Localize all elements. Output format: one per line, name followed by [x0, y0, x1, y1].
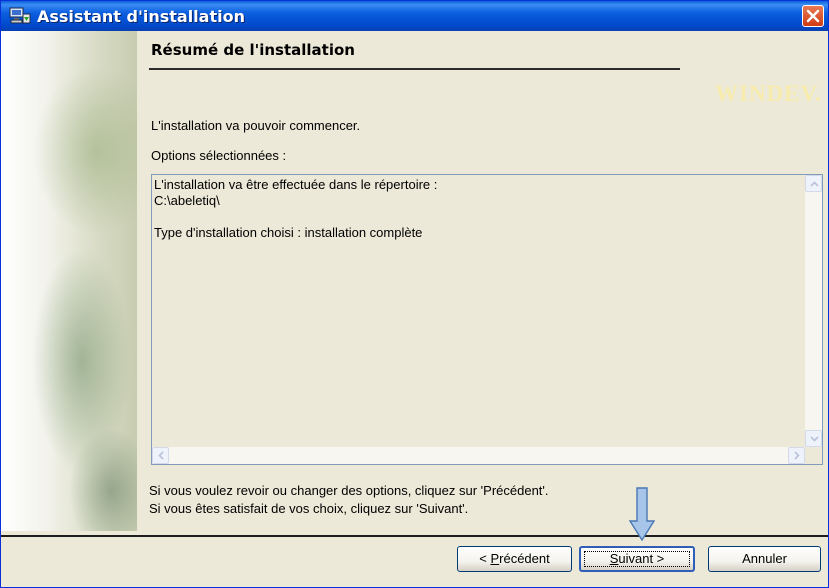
- hint-next: Si vous êtes satisfait de vos choix, cli…: [149, 501, 469, 516]
- footer-divider: [1, 535, 828, 537]
- options-label: Options sélectionnées :: [151, 148, 287, 163]
- close-icon: [806, 9, 820, 23]
- heading-divider: [149, 68, 680, 70]
- chevron-up-icon: [810, 181, 819, 187]
- previous-button[interactable]: < Précédent: [457, 546, 572, 572]
- summary-textbox[interactable]: L'installation va être effectuée dans le…: [151, 174, 823, 465]
- scroll-down-button[interactable]: [805, 430, 822, 447]
- cancel-button[interactable]: Annuler: [708, 546, 821, 572]
- summary-line: L'installation va être effectuée dans le…: [154, 177, 438, 192]
- window-title: Assistant d'installation: [37, 7, 245, 26]
- vertical-scrollbar[interactable]: [805, 175, 822, 447]
- title-bar[interactable]: Assistant d'installation: [1, 1, 828, 31]
- focus-rectangle: [584, 551, 690, 567]
- summary-line: C:\abeletiq\: [154, 193, 220, 208]
- hint-previous: Si vous voulez revoir ou changer des opt…: [149, 483, 549, 498]
- installer-window: Assistant d'installation Résumé de l'ins…: [0, 0, 829, 588]
- summary-line: Type d'installation choisi : installatio…: [154, 225, 423, 240]
- computer-install-icon: [9, 7, 31, 25]
- summary-line: [154, 209, 437, 225]
- summary-content: L'installation va être effectuée dans le…: [154, 177, 437, 241]
- page-title: Résumé de l'installation: [151, 41, 355, 59]
- chevron-left-icon: [158, 451, 164, 460]
- sidebar-illustration: [1, 31, 137, 531]
- previous-button-label: récédent: [499, 551, 550, 566]
- next-button[interactable]: Suivant >: [579, 546, 695, 572]
- previous-button-accesskey: P: [490, 551, 500, 566]
- scroll-left-button[interactable]: [152, 447, 169, 464]
- scroll-right-button[interactable]: [788, 447, 805, 464]
- intro-text: L'installation va pouvoir commencer.: [151, 118, 361, 133]
- brand-logo: WINDEV.: [715, 81, 822, 106]
- wizard-content: Résumé de l'installation WINDEV. L'insta…: [137, 31, 828, 531]
- close-button[interactable]: [802, 5, 824, 27]
- previous-button-prefix: <: [479, 551, 491, 566]
- scroll-up-button[interactable]: [805, 175, 822, 192]
- chevron-down-icon: [810, 436, 819, 442]
- horizontal-scrollbar[interactable]: [152, 447, 805, 464]
- chevron-right-icon: [794, 451, 800, 460]
- scrollbar-corner: [805, 447, 822, 464]
- arrow-down-icon: [629, 487, 655, 541]
